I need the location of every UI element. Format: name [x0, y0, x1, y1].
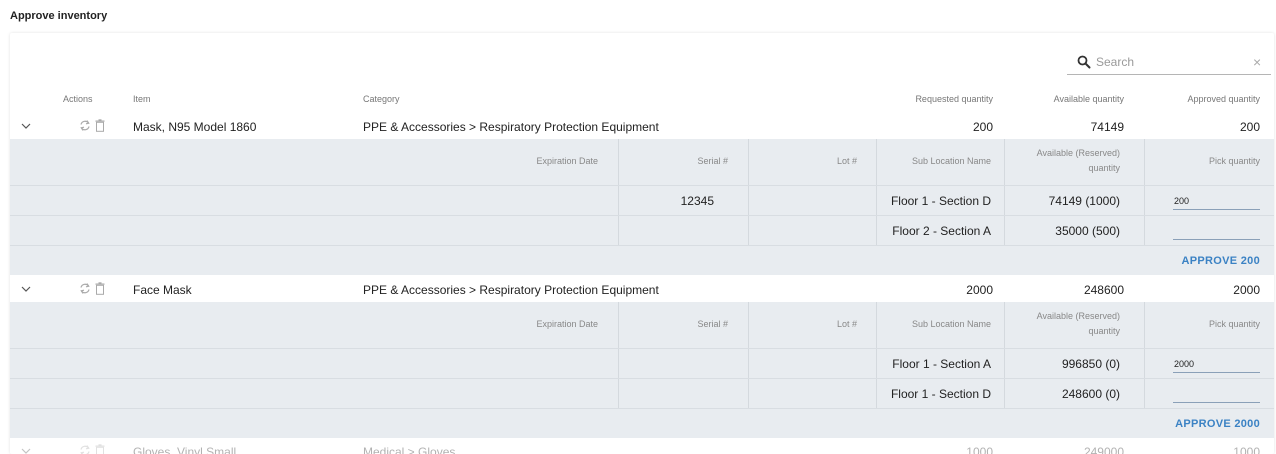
close-icon[interactable]: × — [1253, 55, 1261, 69]
approved-quantity: 200 — [1239, 120, 1260, 134]
detail-header-expiration: Expiration Date — [536, 156, 598, 166]
trash-icon[interactable] — [95, 119, 105, 132]
sub-location-name: Floor 1 - Section D — [890, 194, 991, 208]
available-reserved-quantity: 248600 (0) — [1061, 387, 1120, 401]
detail-header-serial: Serial # — [697, 319, 728, 329]
pick-quantity-input[interactable] — [1173, 385, 1260, 403]
table-row: Face Mask PPE & Accessories > Respirator… — [10, 278, 1274, 302]
sub-location-name: Floor 1 - Section D — [890, 387, 991, 401]
approved-quantity: 1000 — [1233, 445, 1260, 454]
item-name: Mask, N95 Model 1860 — [133, 120, 257, 134]
available-quantity: 249000 — [1083, 445, 1124, 454]
detail-header-available-reserved-line2: quantity — [1088, 163, 1120, 173]
column-header-requested[interactable]: Requested quantity — [890, 94, 993, 104]
refresh-icon[interactable] — [79, 282, 91, 295]
table-row: Gloves, Vinyl Small Medical > Gloves 100… — [10, 440, 1274, 454]
approve-button[interactable]: APPROVE 200 — [1181, 255, 1260, 267]
pick-quantity-input[interactable] — [1173, 192, 1260, 210]
trash-icon[interactable] — [95, 444, 105, 454]
search-input[interactable] — [1096, 53, 1236, 71]
pick-quantity-input[interactable] — [1173, 222, 1260, 240]
detail-header-pick: Pick quantity — [1208, 156, 1260, 166]
item-name: Face Mask — [133, 283, 192, 297]
requested-quantity: 200 — [972, 120, 993, 134]
chevron-down-icon[interactable] — [21, 284, 31, 294]
chevron-down-icon[interactable] — [21, 121, 31, 131]
item-detail-panel: Expiration Date Serial # Lot # Sub Locat… — [10, 139, 1274, 275]
column-header-item[interactable]: Item — [133, 94, 151, 104]
detail-header-available-reserved-line2: quantity — [1088, 326, 1120, 336]
page-title: Approve inventory — [10, 10, 108, 22]
pick-quantity-input[interactable] — [1173, 355, 1260, 373]
column-header-available[interactable]: Available quantity — [1020, 94, 1124, 104]
available-reserved-quantity: 35000 (500) — [1055, 224, 1120, 238]
item-detail-panel: Expiration Date Serial # Lot # Sub Locat… — [10, 302, 1274, 438]
refresh-icon[interactable] — [79, 119, 91, 132]
trash-icon[interactable] — [95, 282, 105, 295]
column-header-actions: Actions — [63, 94, 93, 104]
requested-quantity: 1000 — [966, 445, 993, 454]
column-header-category[interactable]: Category — [363, 94, 400, 104]
detail-header-lot: Lot # — [836, 319, 857, 329]
refresh-icon[interactable] — [79, 444, 91, 454]
detail-header-available-reserved: Available (Reserved) — [1036, 311, 1120, 321]
approve-button[interactable]: APPROVE 2000 — [1175, 418, 1260, 430]
chevron-down-icon[interactable] — [21, 446, 31, 454]
item-name: Gloves, Vinyl Small — [133, 445, 237, 454]
detail-header-lot: Lot # — [836, 156, 857, 166]
search-icon — [1077, 55, 1091, 69]
detail-header-sub-location: Sub Location Name — [911, 156, 991, 166]
table-row: Mask, N95 Model 1860 PPE & Accessories >… — [10, 115, 1274, 139]
available-quantity: 248600 — [1083, 283, 1124, 297]
detail-header-sub-location: Sub Location Name — [911, 319, 991, 329]
detail-header-serial: Serial # — [697, 156, 728, 166]
detail-header-available-reserved: Available (Reserved) — [1036, 148, 1120, 158]
available-reserved-quantity: 74149 (1000) — [1048, 194, 1120, 208]
detail-header-expiration: Expiration Date — [536, 319, 598, 329]
approved-quantity: 2000 — [1233, 283, 1260, 297]
inventory-table-card: × Actions Item Category Requested quanti… — [10, 33, 1274, 454]
item-category: PPE & Accessories > Respiratory Protecti… — [363, 283, 659, 297]
serial-number: 12345 — [680, 194, 714, 208]
sub-location-name: Floor 1 - Section A — [892, 357, 991, 371]
item-category: Medical > Gloves — [363, 445, 456, 454]
column-header-approved[interactable]: Approved quantity — [1160, 94, 1260, 104]
search-box: × — [1067, 51, 1271, 75]
available-quantity: 74149 — [1090, 120, 1124, 134]
sub-location-name: Floor 2 - Section A — [892, 224, 991, 238]
detail-header-pick: Pick quantity — [1208, 319, 1260, 329]
requested-quantity: 2000 — [966, 283, 993, 297]
available-reserved-quantity: 996850 (0) — [1061, 357, 1120, 371]
item-category: PPE & Accessories > Respiratory Protecti… — [363, 120, 659, 134]
